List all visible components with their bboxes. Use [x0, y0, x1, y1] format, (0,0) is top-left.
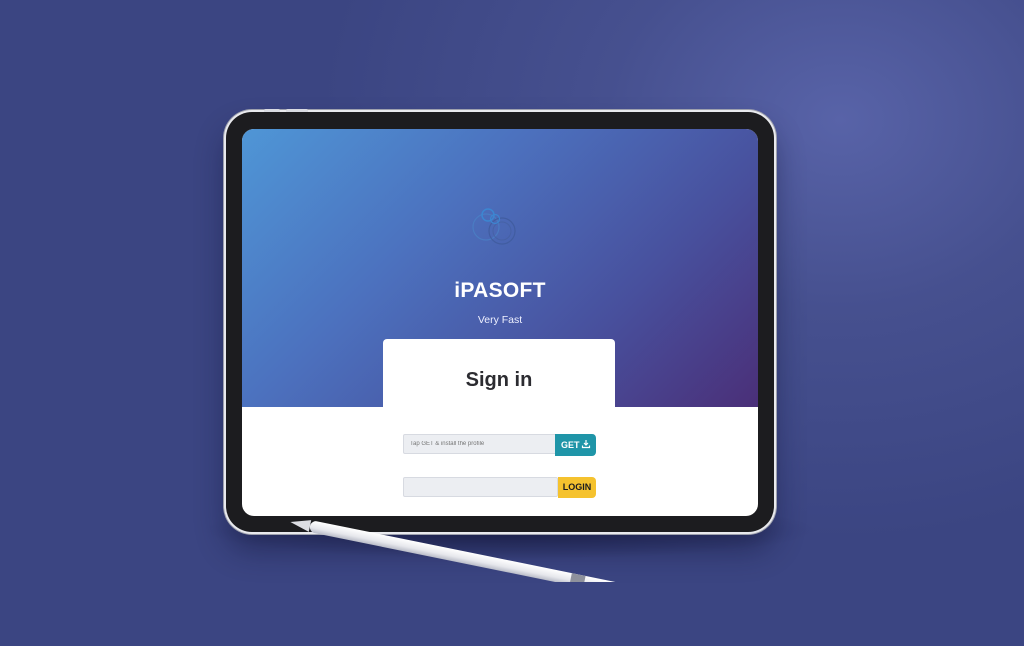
tablet-screen: iPASOFT Very Fast Sign in GET LOGIN	[242, 129, 758, 516]
download-icon	[581, 440, 591, 449]
tablet-volume-button	[286, 109, 308, 112]
circles-logo-icon	[472, 208, 516, 245]
signin-card: Sign in	[383, 339, 615, 419]
login-input[interactable]	[403, 477, 558, 497]
stylus-pencil	[290, 520, 622, 582]
app-tagline: Very Fast	[477, 314, 523, 326]
tablet-power-button	[264, 109, 280, 112]
app-brand-name: iPASOFT	[454, 279, 546, 302]
get-button[interactable]: GET	[555, 434, 596, 456]
tablet-device: iPASOFT Very Fast Sign in GET LOGIN	[226, 109, 774, 532]
signin-title: Sign in	[465, 369, 533, 391]
get-button-label: GET	[561, 440, 580, 450]
login-button[interactable]: LOGIN	[558, 477, 596, 498]
